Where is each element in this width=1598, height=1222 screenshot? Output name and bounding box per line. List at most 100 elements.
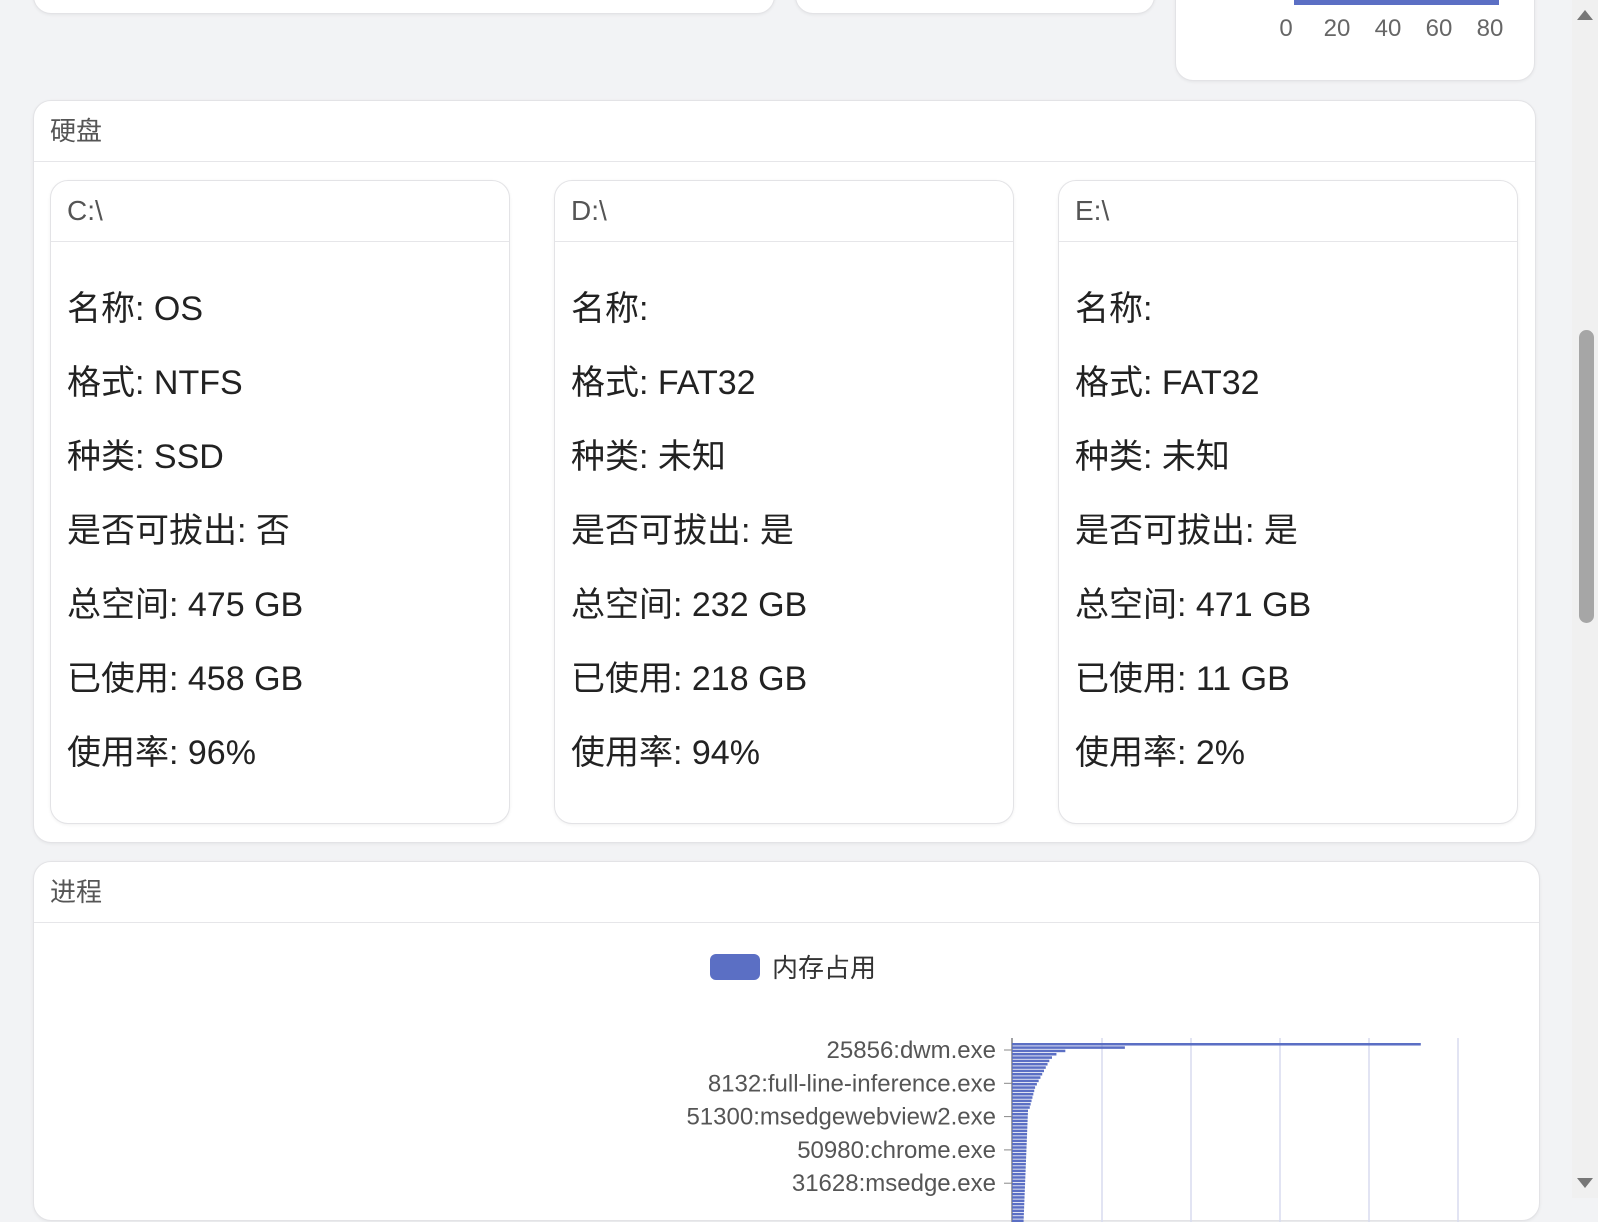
bar[interactable]: [1012, 1102, 1031, 1106]
bar[interactable]: [1012, 1182, 1026, 1186]
disk-drive-label: C:\: [51, 181, 509, 242]
disk-usage: 使用率: 96%: [67, 734, 256, 772]
bar[interactable]: [1012, 1066, 1046, 1069]
bar[interactable]: [1012, 1139, 1027, 1143]
bar[interactable]: [1012, 1199, 1025, 1203]
bar[interactable]: [1012, 1212, 1024, 1216]
bar[interactable]: [1012, 1079, 1039, 1083]
bar[interactable]: [1012, 1116, 1028, 1119]
bar[interactable]: [1012, 1179, 1026, 1183]
scroll-thumb[interactable]: [1579, 330, 1594, 623]
tick-label: 20: [1323, 15, 1351, 42]
bar[interactable]: [1012, 1119, 1028, 1123]
bar[interactable]: [1012, 1069, 1044, 1073]
process-memory-chart: 25856:dwm.exe 8132:full-line-inference.ex…: [686, 1037, 1459, 1222]
disk-name: 名称: OS: [67, 290, 204, 328]
disk-total: 总空间: 232 GB: [571, 586, 808, 624]
y-tick-label: 51300:msedgewebview2.exe: [686, 1104, 996, 1131]
bar[interactable]: [1012, 1172, 1026, 1176]
bar[interactable]: [1012, 1136, 1027, 1139]
bar[interactable]: [1012, 1169, 1026, 1173]
bar[interactable]: [1012, 1043, 1421, 1046]
top-chart-bar: [1294, 0, 1499, 5]
bar[interactable]: [1012, 1192, 1025, 1196]
bar[interactable]: [1012, 1092, 1034, 1096]
bar[interactable]: [1012, 1176, 1026, 1179]
disk-card-e: E:\ 名称: 格式: FAT32 种类: 未知 是否可拔出: 是 总空间: 4…: [1058, 180, 1518, 824]
bar[interactable]: [1012, 1122, 1028, 1126]
disk-panel-title: 硬盘: [34, 101, 1535, 162]
y-tick-label: 50980:chrome.exe: [797, 1137, 996, 1164]
tick-label: 0: [1279, 15, 1293, 42]
bar[interactable]: [1012, 1089, 1035, 1093]
disk-usage: 使用率: 94%: [571, 734, 760, 772]
bar[interactable]: [1012, 1082, 1037, 1086]
chart-card-fragment: 0 20 40 60 80: [1175, 0, 1535, 81]
bar[interactable]: [1012, 1049, 1066, 1053]
scroll-up-icon[interactable]: [1577, 10, 1593, 20]
disk-drive-label: D:\: [555, 181, 1013, 242]
disk-used: 已使用: 458 GB: [67, 660, 304, 698]
disk-format: 格式: FAT32: [1075, 364, 1260, 402]
disk-usage: 使用率: 2%: [1075, 734, 1246, 772]
bar[interactable]: [1012, 1202, 1025, 1206]
bar[interactable]: [1012, 1132, 1028, 1136]
y-tick-label: 8132:full-line-inference.exe: [708, 1070, 996, 1097]
bar[interactable]: [1012, 1112, 1028, 1116]
y-tick-label: 31628:msedge.exe: [792, 1170, 996, 1197]
memory-card-fragment: [33, 0, 775, 14]
bar[interactable]: [1012, 1072, 1043, 1076]
bar[interactable]: [1012, 1126, 1028, 1129]
disk-card-d: D:\ 名称: 格式: FAT32 种类: 未知 是否可拔出: 是 总空间: 2…: [554, 180, 1014, 824]
bar[interactable]: [1012, 1046, 1125, 1049]
y-tick-label: 25856:dwm.exe: [827, 1037, 996, 1064]
disk-card-c: C:\ 名称: OS 格式: NTFS 种类: SSD 是否可拔出: 否 总空间…: [50, 180, 510, 824]
disk-kind: 种类: SSD: [67, 438, 224, 476]
disk-name: 名称:: [571, 290, 649, 328]
bar[interactable]: [1012, 1156, 1027, 1159]
bar[interactable]: [1012, 1106, 1030, 1109]
bar[interactable]: [1012, 1162, 1026, 1166]
bar[interactable]: [1012, 1152, 1027, 1156]
cpu-card-fragment: [795, 0, 1155, 14]
bar[interactable]: [1012, 1216, 1024, 1219]
bar[interactable]: [1012, 1099, 1032, 1103]
disk-total: 总空间: 471 GB: [1075, 586, 1312, 624]
top-chart-x-axis: 0 20 40 60 80: [1279, 15, 1526, 45]
disk-kind: 种类: 未知: [571, 438, 726, 476]
bar[interactable]: [1012, 1052, 1057, 1056]
bar[interactable]: [1012, 1186, 1025, 1189]
scroll-down-icon[interactable]: [1577, 1178, 1593, 1188]
bar[interactable]: [1012, 1196, 1025, 1199]
disk-kind: 种类: 未知: [1075, 438, 1230, 476]
tick-label: 80: [1476, 15, 1504, 42]
bar[interactable]: [1012, 1189, 1025, 1193]
bar[interactable]: [1012, 1129, 1028, 1133]
bar[interactable]: [1012, 1159, 1026, 1163]
bar[interactable]: [1012, 1076, 1041, 1079]
disk-used: 已使用: 11 GB: [1075, 660, 1290, 698]
bar[interactable]: [1012, 1086, 1036, 1089]
bar[interactable]: [1012, 1062, 1048, 1066]
tick-label: 40: [1374, 15, 1402, 42]
bar[interactable]: [1012, 1166, 1026, 1169]
disk-panel: 硬盘 C:\ 名称: OS 格式: NTFS 种类: SSD 是否可拔出: 否 …: [33, 100, 1536, 843]
bar[interactable]: [1012, 1149, 1027, 1153]
vertical-scrollbar[interactable]: [1572, 0, 1598, 1198]
bar[interactable]: [1012, 1209, 1024, 1213]
disk-removable: 是否可拔出: 否: [67, 512, 290, 550]
bar[interactable]: [1012, 1056, 1052, 1059]
bar[interactable]: [1012, 1059, 1050, 1063]
tick-label: 60: [1425, 15, 1453, 42]
bar[interactable]: [1012, 1146, 1027, 1149]
disk-used: 已使用: 218 GB: [571, 660, 808, 698]
disk-total: 总空间: 475 GB: [67, 586, 304, 624]
bar[interactable]: [1012, 1096, 1033, 1099]
bar[interactable]: [1012, 1206, 1025, 1209]
bar[interactable]: [1012, 1109, 1028, 1113]
disk-format: 格式: FAT32: [571, 364, 756, 402]
process-panel: 进程 内存占用 25856:dwm.exe 8132:full-line-infe…: [33, 861, 1540, 1222]
disk-removable: 是否可拔出: 是: [1075, 512, 1298, 550]
bar[interactable]: [1012, 1142, 1027, 1146]
disk-name: 名称:: [1075, 290, 1153, 328]
